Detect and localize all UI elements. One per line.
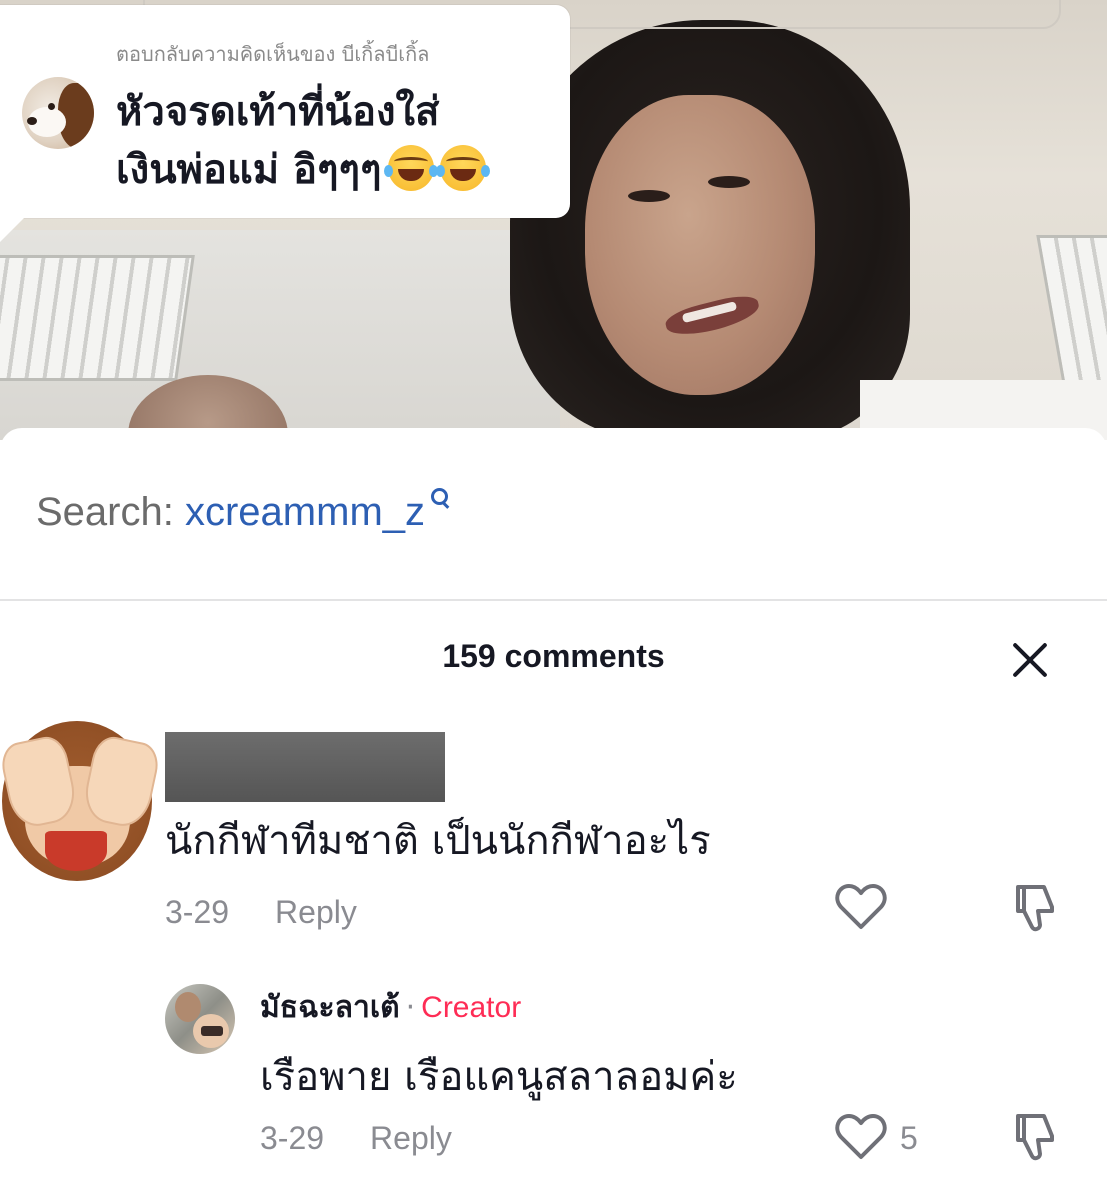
creator-badge: Creator (421, 991, 522, 1024)
close-icon[interactable] (1010, 639, 1050, 679)
search-term-link[interactable]: xcreammm_z (185, 490, 425, 534)
reply-username[interactable]: มัธฉะลาเต้ (260, 990, 400, 1025)
reply-sticker-line-2: เงินพ่อแม่ อิๆๆๆ (116, 141, 556, 199)
reply-sticker-line-1: หัวจรดเท้าที่น้องใส่ (116, 89, 440, 135)
reply-comment-sticker: ตอบกลับความคิดเห็นของ บีเกิ้ลบีเกิ้ล หัว… (0, 5, 570, 242)
video-person-eye (708, 176, 750, 188)
reply-sticker-text: หัวจรดเท้าที่น้องใส่ เงินพ่อแม่ อิๆๆๆ (116, 83, 556, 199)
dislike-icon[interactable] (1014, 1112, 1058, 1162)
comments-count-title: 159 comments (442, 638, 665, 674)
reply-meta: 3-29 Reply (260, 1120, 452, 1157)
redacted-username (165, 732, 445, 802)
video-person-face (585, 95, 815, 395)
creator-avatar[interactable] (165, 984, 235, 1054)
heart-icon[interactable] (835, 1113, 887, 1161)
dislike-icon[interactable] (1014, 883, 1058, 933)
comment-text: นักกีฬาทีมชาติ เป็นนักกีฬาอะไร (165, 818, 711, 864)
divider (0, 599, 1107, 601)
video-person-eye (628, 190, 670, 202)
reply-to-label: ตอบกลับความคิดเห็นของ บีเกิ้ลบีเกิ้ล (116, 42, 430, 66)
search-icon (431, 488, 449, 506)
video-ceiling-light (0, 255, 195, 381)
reply-reply-button[interactable]: Reply (370, 1120, 452, 1156)
comment-reply-button[interactable]: Reply (275, 894, 357, 930)
beagle-avatar (22, 77, 94, 149)
laughing-tears-emoji-icon (435, 145, 490, 191)
video-ceiling-light (1036, 235, 1107, 391)
reply-sticker-line-2-text: เงินพ่อแม่ อิๆๆๆ (116, 147, 382, 193)
comments-sheet: Search: xcreammm_z 159 comments นักกีฬาท… (0, 428, 1107, 1200)
see-no-evil-monkey-avatar[interactable] (0, 711, 163, 886)
comment-date: 3-29 (165, 894, 230, 930)
separator-dot: · (405, 990, 416, 1025)
laughing-tears-emoji-icon (383, 145, 438, 191)
search-label: Search: (36, 490, 174, 534)
reply-date: 3-29 (260, 1120, 325, 1156)
like-count: 5 (900, 1120, 918, 1156)
heart-icon[interactable] (835, 883, 887, 931)
comment-meta: 3-29 Reply (165, 894, 357, 931)
search-suggestion[interactable]: Search: xcreammm_z (36, 488, 449, 535)
reply-text: เรือพาย เรือแคนูสลาลอมค่ะ (260, 1054, 738, 1100)
reply-username-row: มัธฉะลาเต้ · Creator (260, 984, 521, 1031)
video-player[interactable]: ตอบกลับความคิดเห็นของ บีเกิ้ลบีเกิ้ล หัว… (0, 0, 1107, 440)
